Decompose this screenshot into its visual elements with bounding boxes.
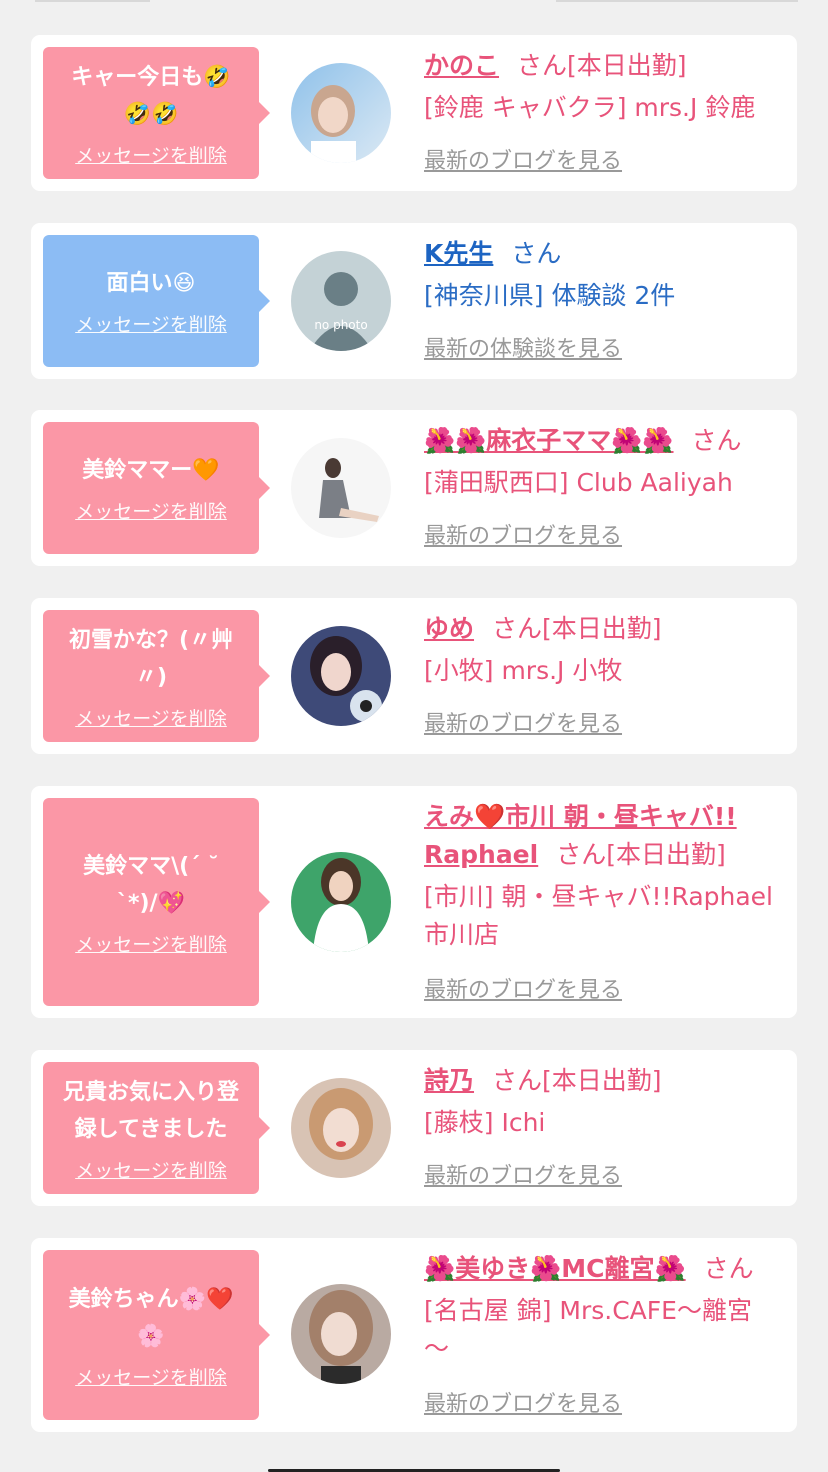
profile-name-link[interactable]: 🌺美ゆき🌺MC離宮🌺 xyxy=(424,1254,686,1283)
honorific: さん xyxy=(556,840,607,869)
latest-blog-link[interactable]: 最新のブログを見る xyxy=(424,706,622,738)
delete-message-link[interactable]: メッセージを削除 xyxy=(75,1156,227,1183)
latest-blog-link[interactable]: 最新のブログを見る xyxy=(424,1158,622,1190)
message-text: キャー今日も🤣 🤣🤣 xyxy=(71,64,231,127)
profile-info: かのこ さん[本日出勤] [鈴鹿 キャバクラ] mrs.J 鈴鹿 xyxy=(424,47,781,127)
status-text: [本日出勤] xyxy=(606,840,726,869)
message-text: 面白い😆 xyxy=(106,271,196,296)
honorific: さん xyxy=(703,1254,754,1283)
message-bubble: キャー今日も🤣 🤣🤣 メッセージを削除 xyxy=(43,47,270,179)
top-divider-left xyxy=(35,0,150,2)
delete-message-link[interactable]: メッセージを削除 xyxy=(75,141,227,168)
message-bubble: 面白い😆 メッセージを削除 xyxy=(43,235,270,367)
avatar[interactable] xyxy=(291,63,391,163)
profile-name-link[interactable]: K先生 xyxy=(424,239,493,268)
avatar[interactable]: no photo xyxy=(291,251,391,351)
avatar[interactable] xyxy=(291,626,391,726)
delete-message-link[interactable]: メッセージを削除 xyxy=(75,930,227,957)
profile-info: K先生 さん [神奈川県] 体験談 2件 xyxy=(424,235,781,315)
message-card: 美鈴ちゃん🌸❤️ 🌸 メッセージを削除 🌺美ゆき🌺MC離宮🌺 さん [名古屋 錦]… xyxy=(31,1238,797,1432)
message-card: 初雪かな？(〃艸 〃) メッセージを削除 ゆめ さん[本日出勤] [小牧] mrs… xyxy=(31,598,797,754)
message-bubble: 兄貴お気に入り登 録してきました メッセージを削除 xyxy=(43,1062,270,1194)
message-bubble: 美鈴ママ\(´ ˘ `*)/💖 メッセージを削除 xyxy=(43,798,270,1006)
message-text: 美鈴ちゃん🌸❤️ 🌸 xyxy=(68,1286,234,1349)
message-bubble: 美鈴ママー🧡 メッセージを削除 xyxy=(43,422,270,554)
profile-name-link[interactable]: ゆめ xyxy=(424,614,474,643)
delete-message-link[interactable]: メッセージを削除 xyxy=(75,310,227,337)
shop-detail: [名古屋 錦] Mrs.CAFE〜離宮 xyxy=(424,1296,752,1325)
profile-name-link[interactable]: 🌺🌺麻衣子ママ🌺🌺 xyxy=(424,426,674,455)
shop-detail: [小牧] mrs.J 小牧 xyxy=(424,656,623,685)
message-bubble: 初雪かな？(〃艸 〃) メッセージを削除 xyxy=(43,610,270,742)
message-text: 美鈴ママ\(´ ˘ `*)/💖 xyxy=(83,853,219,916)
message-text: 兄貴お気に入り登 録してきました xyxy=(62,1079,239,1142)
profile-info: えみ❤️市川 朝・昼キャバ!! Raphael さん[本日出勤] [市川] 朝・昼… xyxy=(424,798,781,954)
shop-detail-continued: 市川店 xyxy=(424,920,500,949)
honorific: さん xyxy=(511,239,562,268)
profile-name-link[interactable]: 詩乃 xyxy=(424,1066,474,1095)
shop-detail: [鈴鹿 キャバクラ] mrs.J 鈴鹿 xyxy=(424,93,756,122)
no-photo-text: no photo xyxy=(314,318,367,332)
shop-detail: [蒲田駅西口] Club Aaliyah xyxy=(424,468,733,497)
message-card: 美鈴ママー🧡 メッセージを削除 🌺🌺麻衣子ママ🌺🌺 さん [蒲田駅西口] Club… xyxy=(31,410,797,566)
status-text: [本日出勤] xyxy=(542,1066,662,1095)
message-text: 美鈴ママー🧡 xyxy=(82,458,220,483)
profile-name-link[interactable]: えみ❤️市川 朝・昼キャバ!! xyxy=(424,802,737,831)
honorific: さん xyxy=(492,614,543,643)
profile-name-link[interactable]: かのこ xyxy=(424,51,499,80)
shop-detail-continued: 〜 xyxy=(424,1334,450,1363)
avatar[interactable] xyxy=(291,852,391,952)
latest-blog-link[interactable]: 最新のブログを見る xyxy=(424,1386,622,1418)
avatar[interactable] xyxy=(291,438,391,538)
delete-message-link[interactable]: メッセージを削除 xyxy=(75,704,227,731)
profile-info: 詩乃 さん[本日出勤] [藤枝] Ichi xyxy=(424,1062,781,1142)
delete-message-link[interactable]: メッセージを削除 xyxy=(75,1363,227,1390)
honorific: さん xyxy=(691,426,742,455)
latest-blog-link[interactable]: 最新のブログを見る xyxy=(424,518,622,550)
experience-detail: [神奈川県] 体験談 2件 xyxy=(424,281,676,310)
message-bubble: 美鈴ちゃん🌸❤️ 🌸 メッセージを削除 xyxy=(43,1250,270,1420)
status-text: [本日出勤] xyxy=(542,614,662,643)
status-text: [本日出勤] xyxy=(567,51,687,80)
profile-info: 🌺🌺麻衣子ママ🌺🌺 さん [蒲田駅西口] Club Aaliyah xyxy=(424,422,781,502)
top-divider-right xyxy=(556,0,798,2)
profile-info: 🌺美ゆき🌺MC離宮🌺 さん [名古屋 錦] Mrs.CAFE〜離宮 〜 xyxy=(424,1250,781,1368)
message-card: 美鈴ママ\(´ ˘ `*)/💖 メッセージを削除 えみ❤️市川 朝・昼キャバ!!… xyxy=(31,786,797,1018)
shop-detail: [市川] 朝・昼キャバ!!Raphael xyxy=(424,882,773,911)
honorific: さん xyxy=(517,51,568,80)
latest-experience-link[interactable]: 最新の体験談を見る xyxy=(424,331,622,363)
delete-message-link[interactable]: メッセージを削除 xyxy=(75,497,227,524)
message-card: 面白い😆 メッセージを削除 no photo K先生 さん [神奈川県] 体験談 … xyxy=(31,223,797,379)
message-card: 兄貴お気に入り登 録してきました メッセージを削除 詩乃 さん[本日出勤] [藤枝… xyxy=(31,1050,797,1206)
avatar[interactable] xyxy=(291,1078,391,1178)
latest-blog-link[interactable]: 最新のブログを見る xyxy=(424,143,622,175)
profile-info: ゆめ さん[本日出勤] [小牧] mrs.J 小牧 xyxy=(424,610,781,690)
latest-blog-link[interactable]: 最新のブログを見る xyxy=(424,972,622,1004)
honorific: さん xyxy=(492,1066,543,1095)
profile-name-link-continued[interactable]: Raphael xyxy=(424,840,538,869)
avatar[interactable] xyxy=(291,1284,391,1384)
shop-detail: [藤枝] Ichi xyxy=(424,1108,546,1137)
message-card: キャー今日も🤣 🤣🤣 メッセージを削除 かのこ さん[本日出勤] [鈴鹿 キャバク… xyxy=(31,35,797,191)
message-text: 初雪かな？(〃艸 〃) xyxy=(68,627,234,690)
